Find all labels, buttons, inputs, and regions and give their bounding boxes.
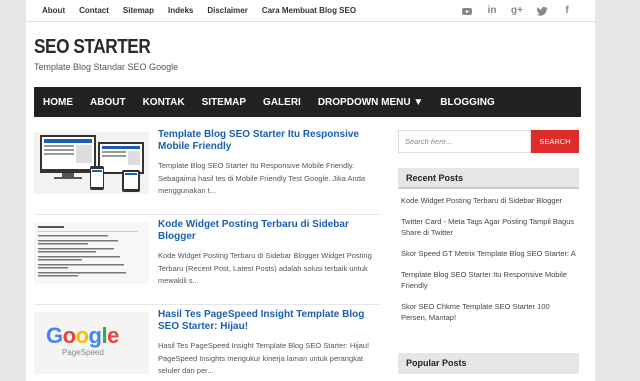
post-thumbnail[interactable]	[34, 132, 149, 194]
top-link-contact[interactable]: Contact	[79, 6, 109, 15]
recent-post-link[interactable]: Skor Speed GT Metrix Template Blog SEO S…	[401, 248, 577, 259]
post-thumbnail[interactable]	[34, 222, 149, 284]
top-link-about[interactable]: About	[42, 6, 65, 15]
post-item: Template Blog SEO Starter Itu Responsive…	[34, 128, 380, 215]
post-excerpt: Kode Widget Posting Terbaru di Sidebar B…	[158, 251, 372, 285]
recent-posts-list: Kode Widget Posting Terbaru di Sidebar B…	[398, 189, 579, 323]
post-item: Kode Widget Posting Terbaru di Sidebar B…	[34, 218, 380, 305]
top-link-disclaimer[interactable]: Disclaimer	[207, 6, 247, 15]
top-link-cara-membuat[interactable]: Cara Membuat Blog SEO	[262, 6, 356, 15]
post-divider	[34, 304, 380, 305]
top-bar: About Contact Sitemap Indeks Disclaimer …	[26, 0, 595, 22]
nav-galeri[interactable]: GALERI	[263, 97, 301, 108]
nav-sitemap[interactable]: SITEMAP	[202, 97, 246, 108]
recent-post-link[interactable]: Twitter Card - Meta Tags Agar Posting Ta…	[401, 216, 577, 238]
post-list: Template Blog SEO Starter Itu Responsive…	[34, 128, 380, 381]
google-pagespeed-logo: Google PageSpeed	[46, 323, 119, 358]
main-nav: HOME ABOUT KONTAK SITEMAP GALERI DROPDOW…	[34, 87, 581, 117]
search-input[interactable]	[398, 130, 531, 153]
page: About Contact Sitemap Indeks Disclaimer …	[26, 0, 595, 381]
post-title[interactable]: Kode Widget Posting Terbaru di Sidebar B…	[158, 219, 378, 243]
site-title[interactable]: SEO STARTER	[34, 36, 158, 59]
post-excerpt: Hasil Tes PageSpeed Insight Template Blo…	[158, 341, 370, 375]
recent-posts-heading: Recent Posts	[398, 168, 579, 189]
post-item: Google PageSpeed Hasil Tes PageSpeed Ins…	[34, 308, 380, 381]
recent-post-link[interactable]: Skor SEO Chkme Template SEO Starter 100 …	[401, 301, 577, 323]
nav-home[interactable]: HOME	[43, 97, 73, 108]
post-title[interactable]: Hasil Tes PageSpeed Insight Template Blo…	[158, 309, 378, 333]
linkedin-icon[interactable]: in	[486, 5, 498, 17]
recent-post-link[interactable]: Kode Widget Posting Terbaru di Sidebar B…	[401, 195, 577, 206]
twitter-icon[interactable]	[536, 5, 548, 17]
top-links: About Contact Sitemap Indeks Disclaimer …	[42, 6, 370, 15]
post-title[interactable]: Template Blog SEO Starter Itu Responsive…	[158, 129, 378, 153]
post-divider	[34, 214, 380, 215]
top-link-sitemap[interactable]: Sitemap	[123, 6, 154, 15]
search-form: SEARCH	[398, 130, 579, 153]
nav-kontak[interactable]: KONTAK	[143, 97, 185, 108]
brand: SEO STARTER Template Blog Standar SEO Go…	[34, 36, 178, 72]
youtube-icon[interactable]	[461, 5, 473, 17]
nav-blogging[interactable]: BLOGGING	[440, 97, 494, 108]
sidebar: SEARCH Recent Posts Kode Widget Posting …	[398, 130, 579, 333]
recent-post-link[interactable]: Template Blog SEO Starter Itu Responsive…	[401, 269, 577, 291]
post-excerpt: Template Blog SEO Starter Itu Responsive…	[158, 161, 366, 195]
google-plus-icon[interactable]: g+	[511, 5, 523, 17]
facebook-icon[interactable]: f	[561, 5, 573, 17]
nav-about[interactable]: ABOUT	[90, 97, 126, 108]
popular-posts-heading: Popular Posts	[398, 353, 579, 374]
top-link-indeks[interactable]: Indeks	[168, 6, 193, 15]
social-links: in g+ f	[461, 5, 573, 17]
search-button[interactable]: SEARCH	[531, 130, 579, 153]
site-tagline: Template Blog Standar SEO Google	[34, 62, 179, 72]
nav-dropdown-menu[interactable]: DROPDOWN MENU ▼	[318, 97, 423, 108]
post-thumbnail[interactable]: Google PageSpeed	[34, 312, 149, 374]
